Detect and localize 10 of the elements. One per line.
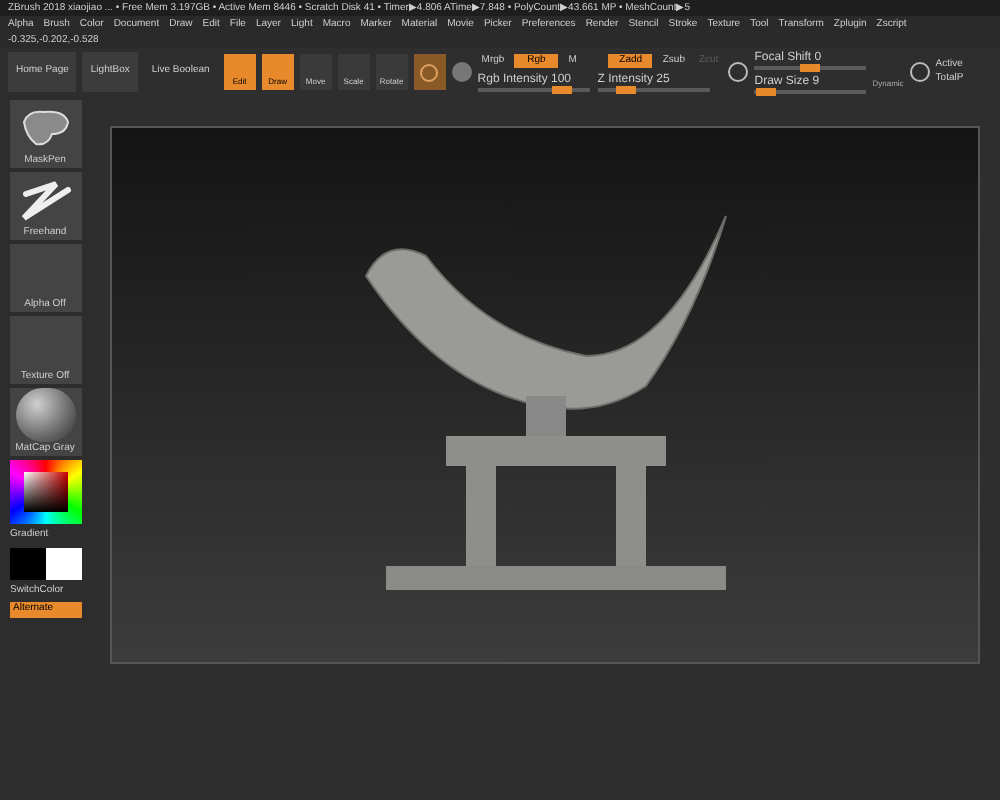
ring-icon: [420, 63, 439, 81]
slider-thumb[interactable]: [800, 64, 821, 72]
main-color-swatch[interactable]: [9, 547, 45, 579]
viewport-canvas[interactable]: [110, 126, 980, 664]
slider-thumb[interactable]: [755, 88, 776, 96]
slider-thumb[interactable]: [551, 85, 572, 93]
slider-thumb[interactable]: [615, 85, 636, 93]
secondary-color-swatch[interactable]: [45, 547, 81, 579]
color-picker[interactable]: [9, 460, 81, 524]
material-preview-button[interactable]: [413, 54, 446, 90]
